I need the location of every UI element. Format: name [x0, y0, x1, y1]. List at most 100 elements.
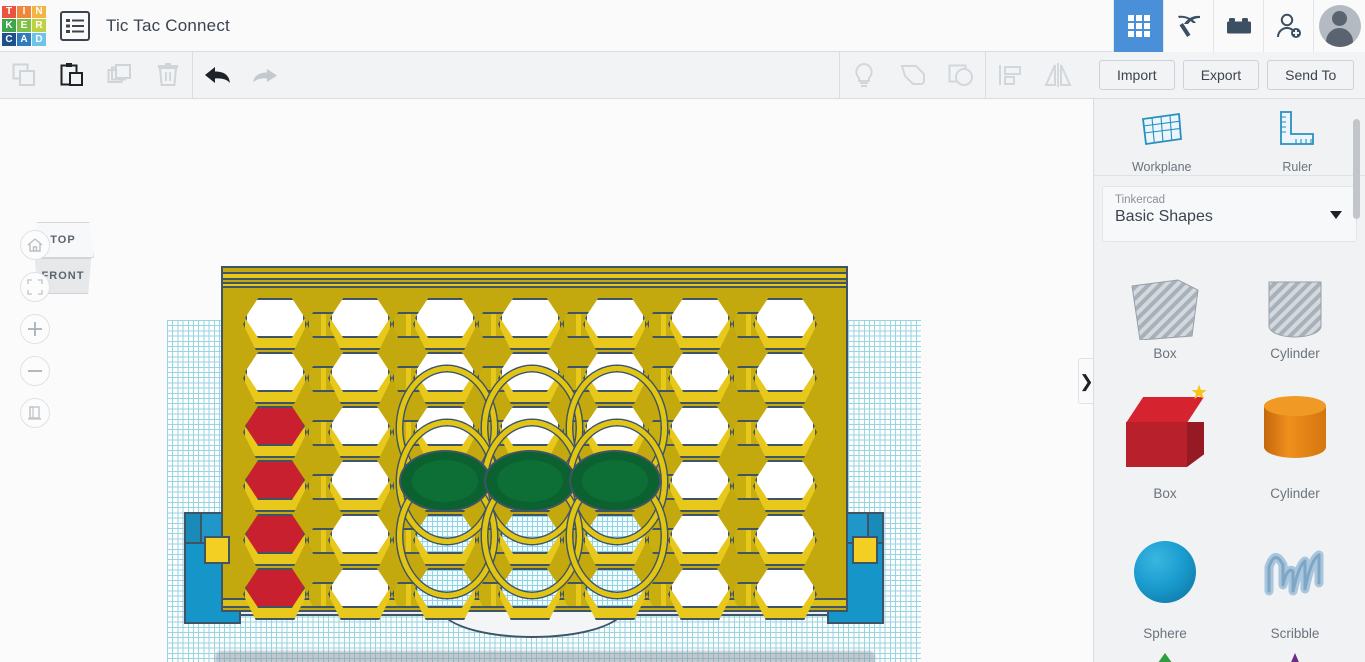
scribble-blue-art	[1263, 541, 1327, 603]
favorite-star-icon[interactable]: ★	[1190, 383, 1208, 403]
workplane-icon	[1139, 109, 1185, 154]
app-header: TIN KER CAD Tic Tac Connect	[0, 0, 1365, 52]
library-selected-label: Basic Shapes	[1115, 208, 1213, 225]
page-title: Tic Tac Connect	[106, 15, 230, 35]
pyramid-green-art	[1135, 653, 1195, 662]
edit-tools-group	[0, 52, 192, 98]
delete-icon[interactable]	[144, 52, 192, 98]
align-icon[interactable]	[986, 52, 1034, 98]
model-shadow	[215, 651, 875, 662]
ruler-tool[interactable]: Ruler	[1230, 107, 1365, 175]
shape-grid: Box Cylinder ★ Box Cylinder Sphere Scribble	[1094, 259, 1365, 662]
panel-tools-row: Workplane Ruler	[1094, 99, 1365, 175]
undo-icon[interactable]	[193, 52, 241, 98]
shape-label: Cylinder	[1270, 486, 1320, 501]
shape-item-scribble-5[interactable]: Scribble	[1230, 509, 1360, 649]
fit-to-view-button[interactable]	[20, 272, 50, 302]
box-grey-art	[1130, 278, 1200, 340]
redo-icon[interactable]	[241, 52, 289, 98]
workplane-tool[interactable]: Workplane	[1094, 107, 1230, 175]
group-icon[interactable]	[889, 52, 937, 98]
shape-item-box-0[interactable]: Box	[1100, 259, 1230, 369]
shape-thumbnail	[1134, 524, 1196, 620]
export-button[interactable]: Export	[1182, 60, 1260, 90]
shape-item-cone-purple-7[interactable]	[1230, 649, 1360, 662]
right-panel: Workplane Ruler Tinkercad Basic Shapes B…	[1093, 99, 1365, 662]
home-view-button[interactable]	[20, 230, 50, 260]
logo-letter-n-2: N	[32, 5, 46, 19]
ruler-label: Ruler	[1282, 159, 1313, 174]
logo-letter-e-4: E	[17, 19, 31, 32]
model-tab-left[interactable]	[204, 536, 230, 564]
paste-icon[interactable]	[48, 52, 96, 98]
pickaxe-icon[interactable]	[1163, 0, 1213, 52]
game-piece-green-r3-c2[interactable]	[399, 450, 491, 512]
ungroup-icon[interactable]	[937, 52, 985, 98]
3d-canvas[interactable]: TOP FRONT Edit Grid Snap Grid 0.25	[0, 99, 1093, 662]
box-red-art	[1126, 397, 1204, 467]
header-right-group	[1113, 0, 1365, 52]
logo-letter-r-5: R	[32, 19, 46, 32]
game-piece-green-r3-c3[interactable]	[484, 450, 576, 512]
shape-label: Box	[1153, 486, 1177, 501]
shape-label: Box	[1153, 346, 1177, 361]
shape-tools-group	[840, 52, 1082, 98]
logo-letter-i-1: I	[17, 5, 31, 19]
orthographic-toggle-button[interactable]	[20, 398, 50, 428]
shape-thumbnail	[1266, 278, 1324, 340]
tinkercad-app: TIN KER CAD Tic Tac Connect Import Export …	[0, 0, 1365, 662]
logo-letter-t-0: T	[2, 5, 16, 19]
shape-item-cylinder-3[interactable]: Cylinder	[1230, 369, 1360, 509]
panel-scrollbar[interactable]	[1353, 111, 1360, 486]
send-to-button[interactable]: Send To	[1267, 60, 1355, 90]
import-button[interactable]: Import	[1099, 60, 1175, 90]
model-tab-right[interactable]	[852, 536, 878, 564]
game-piece-green-r3-c4[interactable]	[569, 450, 661, 512]
shape-label: Cylinder	[1270, 346, 1320, 361]
board-stripe-2	[223, 282, 846, 288]
add-person-icon[interactable]	[1263, 0, 1313, 52]
grid-gallery-icon[interactable]	[1113, 0, 1163, 52]
hint-lightbulb-icon[interactable]	[840, 52, 888, 98]
workplane-label: Workplane	[1131, 159, 1192, 174]
cylinder-grey-art	[1266, 278, 1324, 340]
brick-icon[interactable]	[1213, 0, 1263, 52]
tinkercad-logo[interactable]: TIN KER CAD	[2, 5, 46, 46]
shape-thumbnail	[1130, 278, 1200, 340]
cylinder-orange-art	[1264, 396, 1326, 468]
shape-item-box-2[interactable]: ★ Box	[1100, 369, 1230, 509]
avatar[interactable]	[1313, 0, 1365, 52]
logo-letter-c-6: C	[2, 32, 16, 46]
zoom-out-button[interactable]	[20, 356, 50, 386]
shape-item-pyramid-green-6[interactable]	[1100, 649, 1230, 662]
sphere-blue-art	[1134, 541, 1196, 603]
project-list-icon[interactable]	[60, 10, 90, 41]
history-group	[193, 52, 289, 98]
panel-collapse-handle[interactable]: ❯	[1078, 358, 1094, 404]
shape-thumbnail	[1135, 649, 1195, 662]
shape-thumbnail	[1264, 384, 1326, 480]
chevron-down-icon	[1330, 211, 1342, 219]
shape-library-dropdown[interactable]: Tinkercad Basic Shapes	[1102, 186, 1357, 242]
model-board[interactable]	[221, 266, 848, 620]
library-owner-label: Tinkercad	[1115, 194, 1166, 206]
logo-letter-k-3: K	[2, 19, 16, 32]
shape-list[interactable]: Box Cylinder ★ Box Cylinder Sphere Scribble	[1094, 259, 1365, 662]
mirror-icon[interactable]	[1034, 52, 1082, 98]
logo-letter-d-8: D	[32, 32, 46, 46]
shape-item-sphere-4[interactable]: Sphere	[1100, 509, 1230, 649]
duplicate-icon[interactable]	[96, 52, 144, 98]
board-stripe-1	[223, 272, 846, 280]
shape-label: Scribble	[1270, 626, 1320, 641]
shape-item-cylinder-1[interactable]: Cylinder	[1230, 259, 1360, 369]
shape-thumbnail	[1263, 524, 1327, 620]
panel-divider	[1094, 175, 1365, 176]
shape-label: Sphere	[1143, 626, 1187, 641]
copy-icon[interactable]	[0, 52, 48, 98]
logo-letter-a-7: A	[17, 32, 31, 46]
cone-purple-art	[1277, 653, 1313, 662]
ruler-icon	[1276, 109, 1318, 154]
panel-scrollbar-thumb[interactable]	[1353, 119, 1360, 219]
zoom-in-button[interactable]	[20, 314, 50, 344]
main-toolbar: Import Export Send To	[0, 52, 1365, 99]
